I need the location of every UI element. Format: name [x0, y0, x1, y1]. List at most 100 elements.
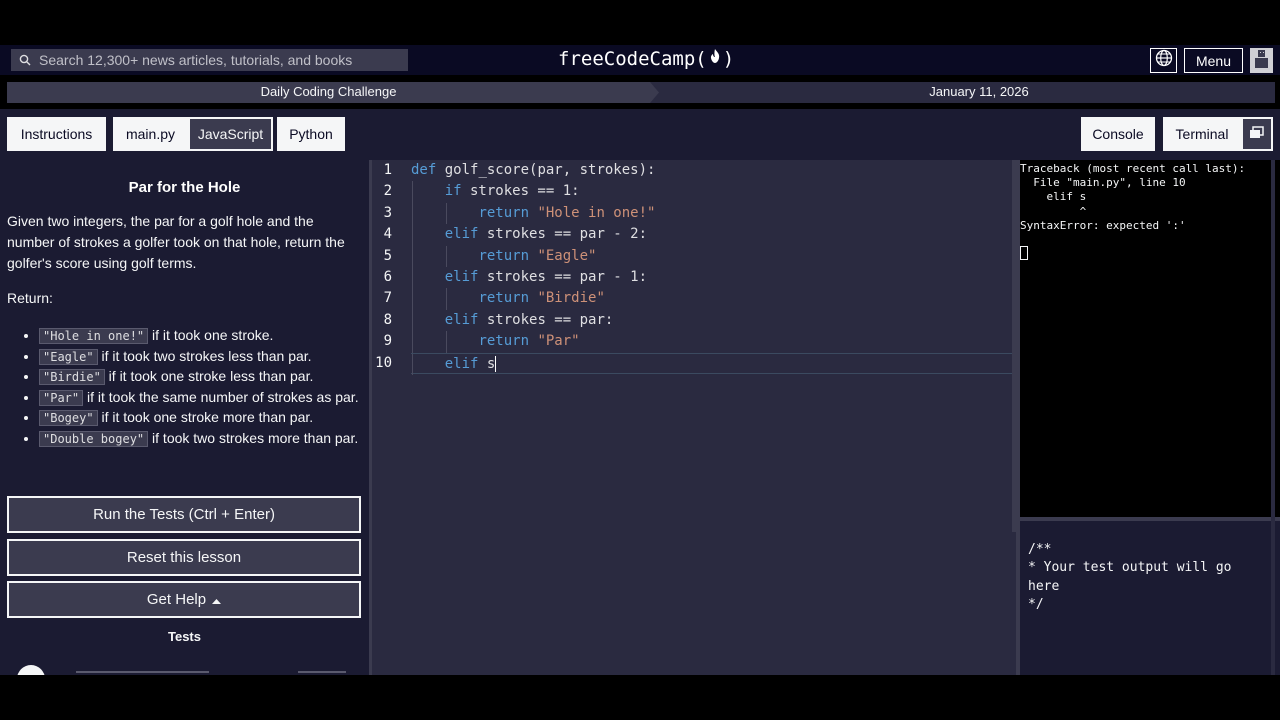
- challenge-bar: Daily Coding Challenge January 11, 2026: [7, 82, 1275, 103]
- code-keyword: if: [444, 183, 462, 200]
- code-line[interactable]: return "Eagle": [411, 245, 1014, 267]
- indent-guide: [412, 245, 413, 267]
- line-number: 6: [383, 268, 392, 285]
- get-help-button[interactable]: Get Help: [7, 581, 361, 618]
- indent-guide: [445, 245, 447, 267]
- tab-row: Instructions main.py JavaScript Python C…: [0, 109, 1280, 160]
- tab-main-file[interactable]: main.py: [113, 117, 188, 151]
- rule-text: if it took two strokes less than par.: [97, 347, 312, 364]
- console-scrollbar[interactable]: [1271, 160, 1275, 675]
- rule-code: "Eagle": [39, 348, 98, 365]
- line-number: 8: [383, 311, 392, 328]
- rule-text: if it took one stroke less than par.: [104, 368, 314, 385]
- challenge-heading: Par for the Hole: [128, 179, 241, 196]
- tab-instructions[interactable]: Instructions: [7, 117, 106, 151]
- list-item: "Par" if it took the same number of stro…: [24, 388, 364, 409]
- indent-guide: [412, 309, 413, 332]
- code-string: "Eagle": [537, 247, 597, 264]
- console-text: Traceback (most recent call last): File …: [1020, 162, 1246, 232]
- line-number: 7: [383, 290, 392, 307]
- challenge-description: Given two integers, the par for a golf h…: [7, 213, 345, 271]
- indent-guide: [445, 331, 447, 353]
- get-help-label: Get Help: [146, 591, 207, 608]
- brand-text: freeCodeCamp(: [558, 48, 707, 70]
- line-number: 5: [383, 247, 392, 264]
- code-line[interactable]: elif s: [411, 352, 1014, 375]
- globe-icon: [1155, 49, 1173, 72]
- list-item: "Bogey" if it took one stroke more than …: [24, 408, 364, 429]
- code-line[interactable]: return "Hole in one!": [411, 202, 1014, 225]
- menu-button[interactable]: Menu: [1184, 48, 1243, 73]
- code-line[interactable]: def golf_score(par, strokes):: [411, 160, 1014, 181]
- line-number: 9: [383, 333, 392, 350]
- challenge-title: Daily Coding Challenge: [260, 84, 397, 99]
- indent-guide: [412, 224, 413, 246]
- instructions-panel: Par for the Hole Given two integers, the…: [0, 160, 369, 675]
- code-keyword: return: [478, 204, 530, 221]
- line-number: 2: [383, 183, 392, 200]
- code-text: strokes == par:: [478, 311, 614, 328]
- line-number-gutter: 1 2 3 4 5 6 7 8 9 10: [372, 160, 406, 374]
- code-area[interactable]: def golf_score(par, strokes): if strokes…: [411, 160, 1014, 375]
- challenge-date: January 11, 2026: [929, 84, 1029, 99]
- line-number: 3: [383, 204, 392, 221]
- code-editor[interactable]: 1 2 3 4 5 6 7 8 9 10 def golf_score(par, strokes)…: [372, 160, 1016, 675]
- code-line[interactable]: if strokes == 1:: [411, 181, 1014, 203]
- layout-toggle-button[interactable]: [1241, 117, 1273, 151]
- code-text: s: [478, 355, 496, 372]
- code-text: strokes == 1:: [461, 183, 580, 200]
- language-button[interactable]: [1150, 48, 1177, 73]
- console-output: Traceback (most recent call last): File …: [1020, 160, 1280, 517]
- line-number: 4: [383, 226, 392, 243]
- indent-guide: [412, 353, 413, 375]
- search-input[interactable]: [39, 52, 399, 68]
- code-text: golf_score(par, strokes):: [436, 162, 656, 178]
- code-line[interactable]: return "Par": [411, 331, 1014, 353]
- tab-console[interactable]: Console: [1081, 117, 1155, 151]
- tab-javascript[interactable]: JavaScript: [188, 117, 273, 151]
- code-line[interactable]: return "Birdie": [411, 288, 1014, 310]
- code-keyword: elif: [444, 226, 479, 243]
- test-output-text: /** * Your test output will go here */: [1028, 542, 1232, 612]
- indent-guide: [445, 202, 447, 225]
- code-line[interactable]: elif strokes == par - 2:: [411, 224, 1014, 246]
- code-text: strokes == par - 1:: [478, 268, 648, 285]
- code-line[interactable]: elif strokes == par - 1:: [411, 266, 1014, 289]
- indent-guide: [412, 331, 413, 353]
- code-keyword: return: [478, 290, 530, 307]
- rule-code: "Birdie": [39, 369, 105, 386]
- code-line[interactable]: elif strokes == par:: [411, 309, 1014, 332]
- text-cursor: [495, 355, 497, 372]
- rule-code: "Double bogey": [39, 430, 149, 447]
- avatar[interactable]: [1250, 48, 1273, 73]
- code-text: strokes == par - 2:: [478, 226, 648, 243]
- rule-code: "Bogey": [39, 410, 98, 427]
- rule-text: if it took one stroke more than par.: [97, 409, 314, 426]
- test-row-divider: [298, 671, 346, 673]
- reset-lesson-button[interactable]: Reset this lesson: [7, 539, 361, 576]
- indent-guide: [412, 181, 413, 203]
- list-item: "Eagle" if it took two strokes less than…: [24, 347, 364, 368]
- tab-terminal[interactable]: Terminal: [1163, 117, 1241, 151]
- indent-guide: [445, 288, 447, 310]
- code-string: "Par": [537, 333, 580, 350]
- indent-guide: [412, 266, 413, 289]
- search-bar[interactable]: [11, 49, 408, 71]
- code-keyword: elif: [444, 355, 479, 372]
- indent-guide: [412, 288, 413, 310]
- rule-text: if took two strokes more than par.: [148, 429, 359, 446]
- tab-python[interactable]: Python: [277, 117, 345, 151]
- rule-code: "Par": [39, 389, 84, 406]
- code-string: "Birdie": [537, 290, 605, 307]
- run-tests-button[interactable]: Run the Tests (Ctrl + Enter): [7, 496, 361, 533]
- code-keyword: elif: [444, 268, 479, 285]
- search-icon: [11, 54, 39, 66]
- brand-logo[interactable]: freeCodeCamp( ): [558, 48, 734, 70]
- code-keyword: def: [411, 162, 437, 178]
